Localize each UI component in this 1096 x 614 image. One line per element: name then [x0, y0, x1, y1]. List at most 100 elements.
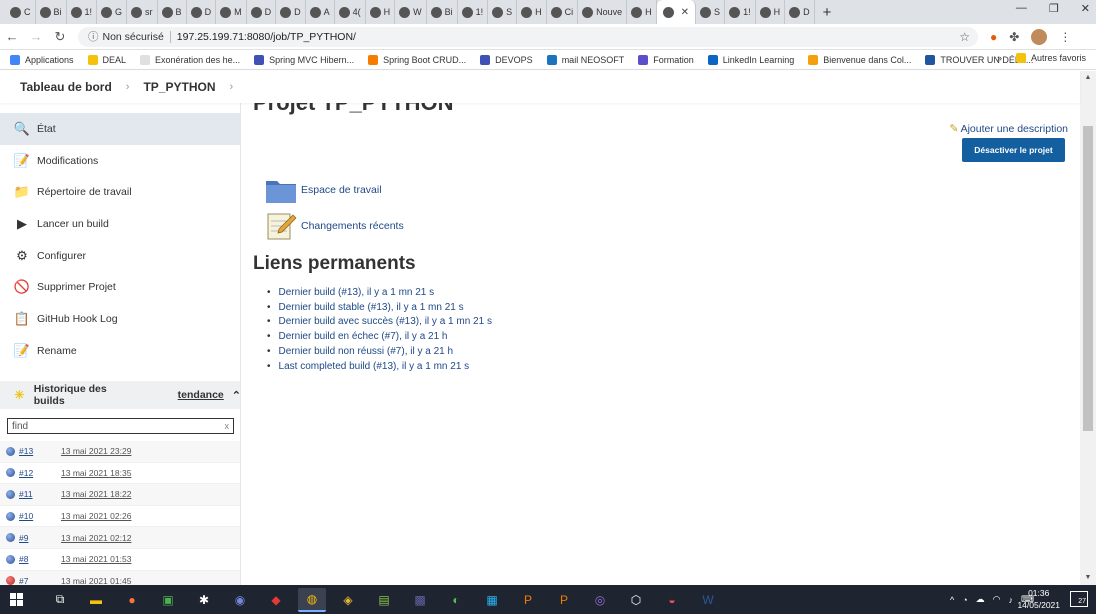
trend-link[interactable]: tendance [178, 389, 224, 401]
permalink-item[interactable]: Dernier build (#13), il y a 1 mn 21 s [267, 285, 492, 300]
permalink-item[interactable]: Dernier build stable (#13), il y a 1 mn … [267, 300, 492, 315]
build-date-link[interactable]: 13 mai 2021 01:53 [61, 554, 131, 564]
build-number-link[interactable]: #13 [19, 446, 61, 456]
browser-tab[interactable]: S [696, 0, 726, 24]
browser-tab[interactable]: D [785, 0, 815, 24]
vertical-scrollbar[interactable]: ▲ ▼ [1080, 71, 1096, 585]
browser-tab[interactable]: D [247, 0, 277, 24]
browser-tab[interactable]: H [366, 0, 396, 24]
teams-icon[interactable]: ▩ [406, 588, 434, 612]
browser-tab[interactable]: D [276, 0, 306, 24]
permalink-item[interactable]: Dernier build non réussi (#7), il y a 21… [267, 344, 492, 359]
recent-changes-link[interactable]: Changements récents [265, 211, 404, 241]
browser-tab[interactable]: Bi [36, 0, 67, 24]
app-icon[interactable]: ◐ [442, 588, 470, 612]
app-icon[interactable]: ◒ [658, 588, 686, 612]
permalink-item[interactable]: Dernier build avec succès (#13), il y a … [267, 315, 492, 330]
system-clock[interactable]: 01:36 14/05/2021 [1017, 587, 1060, 611]
bookmark-item[interactable]: mail NEOSOFT [546, 54, 624, 65]
browser-tab[interactable]: S [488, 0, 518, 24]
browser-tab[interactable]: 1! [458, 0, 489, 24]
bookmark-item[interactable]: Formation [638, 54, 694, 65]
bookmark-item[interactable]: DEVOPS [480, 54, 533, 65]
volume-icon[interactable]: ♪ [1009, 595, 1014, 605]
scrollbar-thumb[interactable] [1083, 126, 1093, 431]
breadcrumb-job[interactable]: TP_PYTHON [143, 80, 215, 94]
close-tab-icon[interactable]: ✕ [681, 7, 689, 18]
app-icon[interactable]: ▦ [478, 588, 506, 612]
build-date-link[interactable]: 13 mai 2021 02:26 [61, 511, 131, 521]
build-number-link[interactable]: #10 [19, 511, 61, 521]
bookmark-item[interactable]: DEAL [87, 54, 126, 65]
sidebar-task[interactable]: 📝 Rename [0, 335, 240, 367]
sidebar-task[interactable]: 📋 GitHub Hook Log [0, 303, 240, 335]
word-icon[interactable]: W [694, 588, 722, 612]
browser-tab[interactable]: D [187, 0, 217, 24]
menu-icon[interactable]: ⋮ [1059, 30, 1071, 44]
tab-active[interactable]: ✕ [656, 0, 697, 24]
back-icon[interactable]: ← [0, 29, 24, 44]
browser-tab[interactable]: Ci [547, 0, 579, 24]
maximize-icon[interactable]: ❐ [1049, 2, 1059, 15]
discord-icon[interactable]: ◉ [226, 588, 254, 612]
browser-tab[interactable]: A [306, 0, 335, 24]
add-description-link[interactable]: ✎ Ajouter une description [949, 122, 1068, 136]
more-bookmarks-icon[interactable]: » [997, 53, 1002, 63]
breadcrumb-dashboard[interactable]: Tableau de bord [20, 80, 112, 94]
bookmark-star-icon[interactable]: ☆ [959, 30, 970, 44]
browser-tab[interactable]: M [216, 0, 247, 24]
intellij-icon[interactable]: P [514, 588, 542, 612]
build-number-link[interactable]: #11 [19, 489, 61, 499]
git-icon[interactable]: ◈ [334, 588, 362, 612]
browser-tab[interactable]: B [158, 0, 187, 24]
file-explorer-icon[interactable]: ▬ [82, 588, 110, 612]
browser-tab[interactable]: G [97, 0, 128, 24]
sidebar-task[interactable]: 📁 Répertoire de travail [0, 176, 240, 208]
forward-icon[interactable]: → [24, 29, 48, 44]
task-view-icon[interactable]: ⧉ [46, 588, 74, 612]
chrome-icon[interactable]: ◍ [298, 587, 326, 612]
scroll-up-icon[interactable]: ▲ [1080, 71, 1096, 85]
scroll-down-icon[interactable]: ▼ [1080, 571, 1096, 585]
build-date-link[interactable]: 13 mai 2021 02:12 [61, 533, 131, 543]
sidebar-task[interactable]: ⚙ Configurer [0, 240, 240, 272]
notification-icon[interactable]: 27 [1070, 591, 1088, 607]
permalink-item[interactable]: Last completed build (#13), il y a 1 mn … [267, 359, 492, 374]
sidebar-task[interactable]: 🚫 Supprimer Projet [0, 271, 240, 303]
build-date-link[interactable]: 13 mai 2021 01:45 [61, 576, 131, 585]
clear-icon[interactable]: x [225, 421, 230, 431]
build-number-link[interactable]: #8 [19, 554, 61, 564]
workspace-link[interactable]: Espace de travail [265, 175, 382, 205]
sidebar-task[interactable]: 🔍 État [0, 113, 240, 145]
eclipse-icon[interactable]: ◎ [586, 588, 614, 612]
build-number-link[interactable]: #9 [19, 533, 61, 543]
build-date-link[interactable]: 13 mai 2021 18:35 [61, 468, 131, 478]
extension-icon[interactable]: ● [990, 30, 997, 44]
cloud-icon[interactable]: ☁ [976, 594, 985, 605]
browser-tab[interactable]: sr [127, 0, 158, 24]
virtualbox-icon[interactable]: ⬡ [622, 588, 650, 612]
disable-project-button[interactable]: Désactiver le projet [962, 138, 1065, 162]
bookmark-item[interactable]: LinkedIn Learning [707, 54, 794, 65]
close-window-icon[interactable]: ✕ [1081, 2, 1090, 15]
bookmark-item[interactable]: Exonération des he... [140, 54, 240, 65]
bookmark-item[interactable]: Spring MVC Hibern... [254, 54, 354, 65]
bookmark-item[interactable]: Spring Boot CRUD... [368, 54, 466, 65]
browser-tab[interactable]: W [395, 0, 427, 24]
chevron-up-icon[interactable]: ^ [950, 595, 954, 605]
slack-icon[interactable]: ✱ [190, 588, 218, 612]
browser-tab[interactable]: Nouve [578, 0, 628, 24]
build-date-link[interactable]: 13 mai 2021 18:22 [61, 489, 131, 499]
build-date-link[interactable]: 13 mai 2021 23:29 [61, 446, 131, 456]
sidebar-task[interactable]: ▶ Lancer un build [0, 208, 240, 240]
browser-tab[interactable]: Bi [427, 0, 458, 24]
minimize-icon[interactable]: — [1016, 2, 1027, 15]
wifi-icon[interactable]: ◠ [993, 594, 1001, 605]
build-number-link[interactable]: #12 [19, 468, 61, 478]
bookmark-item[interactable]: Bienvenue dans Col... [808, 54, 911, 65]
new-tab-icon[interactable]: + [823, 4, 832, 21]
chevron-right-icon[interactable]: › [229, 81, 233, 93]
acrobat-icon[interactable]: ◆ [262, 588, 290, 612]
profile-avatar[interactable] [1031, 28, 1048, 45]
build-number-link[interactable]: #7 [19, 576, 61, 585]
